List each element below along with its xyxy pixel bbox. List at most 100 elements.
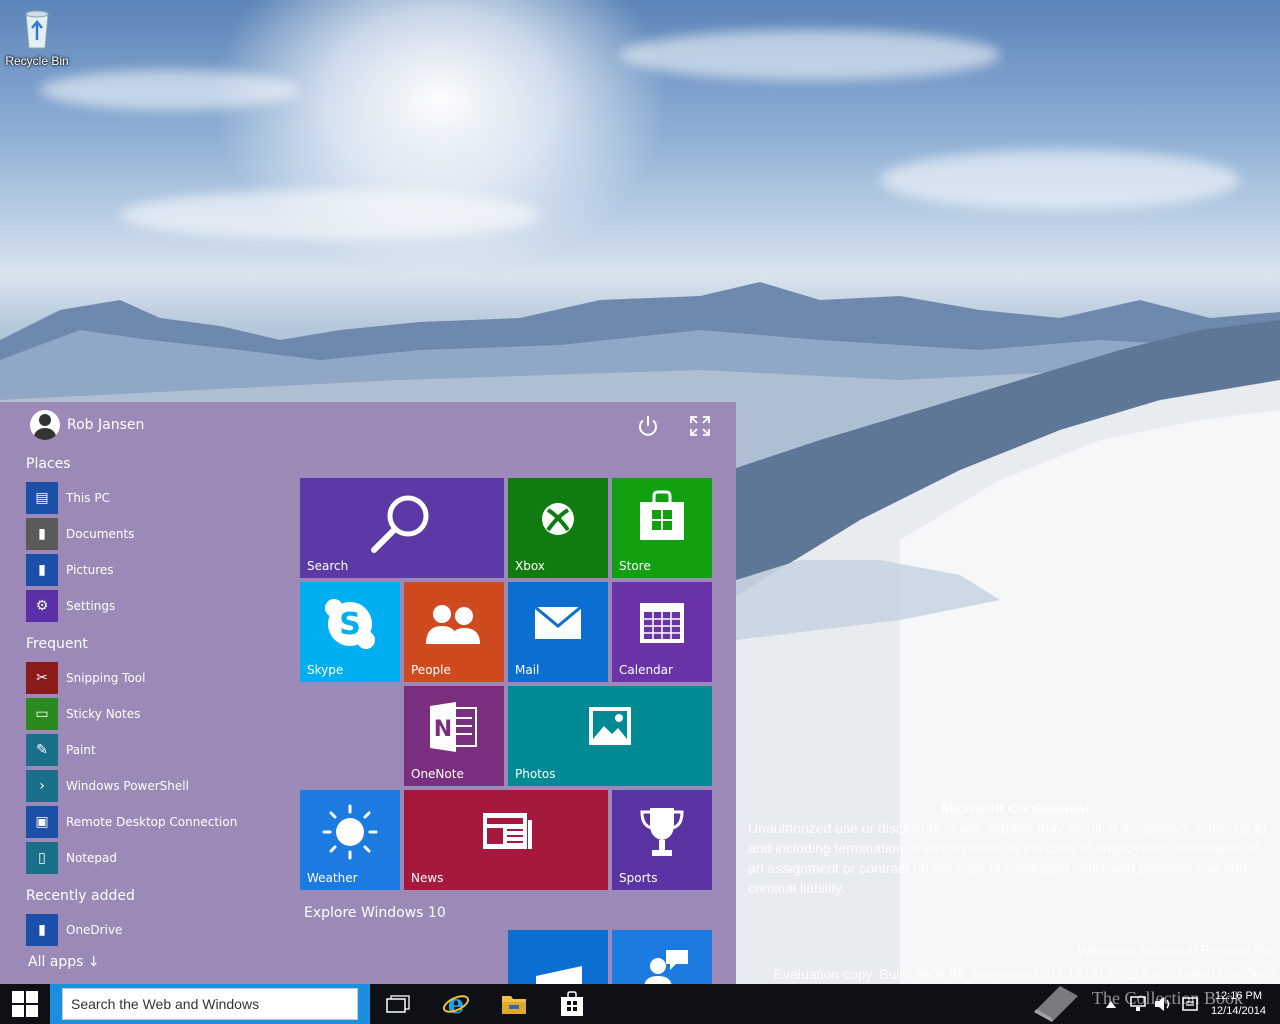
scissors-icon: ✂ bbox=[26, 662, 58, 694]
recently-added-heading: Recently added bbox=[26, 888, 135, 904]
frequent-item-label: Snipping Tool bbox=[66, 671, 146, 685]
gear-icon: ⚙ bbox=[26, 590, 58, 622]
svg-text:S: S bbox=[339, 607, 361, 642]
internet-explorer-icon: e bbox=[442, 990, 470, 1018]
tile-search[interactable]: Search bbox=[300, 478, 504, 578]
frequent-item-label: Windows PowerShell bbox=[66, 779, 189, 793]
tile-news[interactable]: News bbox=[404, 790, 608, 890]
trophy-icon bbox=[640, 808, 684, 856]
internet-explorer-button[interactable]: e bbox=[436, 984, 476, 1024]
tile-people[interactable]: People bbox=[404, 582, 504, 682]
places-item-pictures[interactable]: ▮ Pictures bbox=[26, 554, 114, 586]
frequent-item-label: Remote Desktop Connection bbox=[66, 815, 238, 829]
skype-icon: S bbox=[325, 599, 375, 649]
start-button[interactable] bbox=[0, 984, 50, 1024]
palette-icon: ✎ bbox=[26, 734, 58, 766]
tile-label: People bbox=[411, 663, 451, 677]
confidential-watermark: Microsoft Confidential Unauthorized use … bbox=[748, 800, 1272, 898]
store-taskbar-button[interactable] bbox=[552, 984, 592, 1024]
tile-onenote[interactable]: N OneNote bbox=[404, 686, 504, 786]
svg-text:e: e bbox=[448, 990, 465, 1018]
places-item-label: Settings bbox=[66, 599, 116, 613]
svg-text:N: N bbox=[434, 717, 452, 742]
explore-windows-heading: Explore Windows 10 bbox=[304, 905, 446, 921]
sticky-note-icon: ▭ bbox=[26, 698, 58, 730]
task-view-button[interactable] bbox=[378, 984, 418, 1024]
frequent-item-powershell[interactable]: › Windows PowerShell bbox=[26, 770, 189, 802]
onedrive-icon: ▮ bbox=[26, 914, 58, 946]
places-item-label: Pictures bbox=[66, 563, 114, 577]
expand-icon[interactable] bbox=[688, 414, 712, 438]
avatar bbox=[30, 410, 60, 440]
recent-item-label: OneDrive bbox=[66, 923, 123, 937]
recycle-bin-icon bbox=[25, 10, 49, 49]
store-icon bbox=[640, 490, 684, 540]
pictures-icon: ▮ bbox=[26, 554, 58, 586]
news-icon bbox=[483, 813, 532, 849]
tile-label: OneNote bbox=[411, 767, 464, 781]
tile-store[interactable]: Store bbox=[612, 478, 712, 578]
frequent-item-paint[interactable]: ✎ Paint bbox=[26, 734, 96, 766]
weather-icon bbox=[322, 804, 378, 860]
computer-icon: ▤ bbox=[26, 482, 58, 514]
book-logo-icon bbox=[1034, 986, 1078, 1022]
frequent-item-sticky-notes[interactable]: ▭ Sticky Notes bbox=[26, 698, 140, 730]
tile-skype[interactable]: S Skype bbox=[300, 582, 400, 682]
recycle-bin-label: Recycle Bin bbox=[5, 54, 69, 68]
places-item-this-pc[interactable]: ▤ This PC bbox=[26, 482, 110, 514]
places-item-label: This PC bbox=[66, 491, 110, 505]
tile-explore-1[interactable] bbox=[508, 930, 608, 984]
places-heading: Places bbox=[26, 456, 71, 472]
onenote-icon: N bbox=[430, 702, 477, 752]
tile-label: Store bbox=[619, 559, 651, 573]
tile-label: Calendar bbox=[619, 663, 673, 677]
user-account[interactable]: Rob Jansen bbox=[30, 410, 144, 440]
places-item-label: Documents bbox=[66, 527, 135, 541]
tile-label: Xbox bbox=[515, 559, 545, 573]
calendar-icon bbox=[640, 603, 684, 643]
tile-label: Photos bbox=[515, 767, 556, 781]
tile-xbox[interactable]: Xbox bbox=[508, 478, 608, 578]
powershell-icon: › bbox=[26, 770, 58, 802]
tile-label: Skype bbox=[307, 663, 344, 677]
feedback-icon bbox=[644, 950, 688, 984]
file-explorer-button[interactable] bbox=[494, 984, 534, 1024]
frequent-item-label: Paint bbox=[66, 743, 96, 757]
frequent-item-notepad[interactable]: ▯ Notepad bbox=[26, 842, 117, 874]
frequent-item-label: Notepad bbox=[66, 851, 117, 865]
task-view-icon bbox=[386, 995, 410, 1013]
collection-book-watermark: The Collection Book bbox=[1030, 982, 1260, 1024]
build-edition-text: Windows Technical Preview Pro bbox=[1077, 942, 1276, 958]
tile-sports[interactable]: Sports bbox=[612, 790, 712, 890]
tile-calendar[interactable]: Calendar bbox=[612, 582, 712, 682]
tile-weather[interactable]: Weather bbox=[300, 790, 400, 890]
store-bag-icon bbox=[561, 991, 583, 1016]
search-input[interactable]: Search the Web and Windows bbox=[62, 988, 358, 1020]
places-item-documents[interactable]: ▮ Documents bbox=[26, 518, 134, 550]
tile-explore-2[interactable] bbox=[612, 930, 712, 984]
remote-desktop-icon: ▣ bbox=[26, 806, 58, 838]
frequent-item-snipping-tool[interactable]: ✂ Snipping Tool bbox=[26, 662, 145, 694]
recent-item-onedrive[interactable]: ▮ OneDrive bbox=[26, 914, 122, 946]
power-icon[interactable] bbox=[636, 414, 660, 438]
tile-photos[interactable]: Photos bbox=[508, 686, 712, 786]
watermark-title: Microsoft Confidential bbox=[941, 800, 1089, 816]
tile-label: Weather bbox=[307, 871, 358, 885]
tile-mail[interactable]: Mail bbox=[508, 582, 608, 682]
tile-label: News bbox=[411, 871, 444, 885]
frequent-heading: Frequent bbox=[26, 636, 88, 652]
all-apps-button[interactable]: All apps ↓ bbox=[28, 954, 100, 970]
frequent-item-remote-desktop[interactable]: ▣ Remote Desktop Connection bbox=[26, 806, 237, 838]
tile-label: Search bbox=[307, 559, 349, 573]
places-item-settings[interactable]: ⚙ Settings bbox=[26, 590, 115, 622]
tile-label: Sports bbox=[619, 871, 658, 885]
recycle-bin-shortcut[interactable]: Recycle Bin bbox=[4, 6, 70, 68]
start-menu: Rob Jansen Places ▤ This PC ▮ Documents … bbox=[0, 402, 736, 984]
watermark-body: Unauthorized use or disclosure in any ma… bbox=[748, 820, 1267, 896]
search-icon bbox=[371, 495, 429, 553]
getting-started-icon bbox=[536, 966, 582, 984]
build-number-text: Evaluation copy. Build 9909.fbl_awesome1… bbox=[773, 966, 1276, 982]
search-area: Search the Web and Windows bbox=[50, 984, 370, 1024]
folder-icon bbox=[502, 996, 526, 1014]
notepad-icon: ▯ bbox=[26, 842, 58, 874]
